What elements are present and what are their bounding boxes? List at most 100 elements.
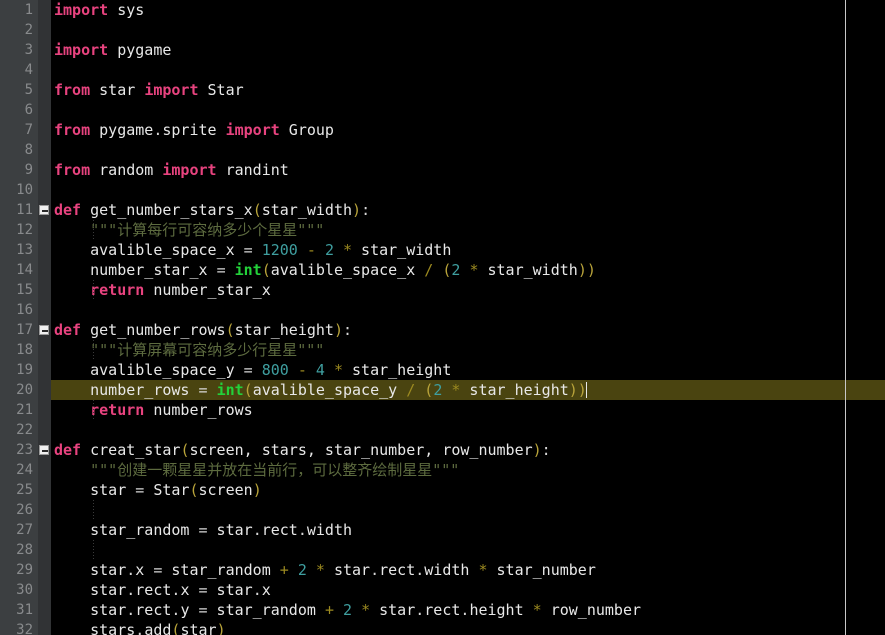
indent-guide bbox=[93, 340, 94, 360]
code-folding-strip[interactable] bbox=[38, 0, 51, 635]
code-line[interactable]: return number_star_x bbox=[51, 280, 885, 300]
fold-strip-row bbox=[38, 200, 51, 220]
line-number: 23 bbox=[16, 442, 33, 458]
indent-guide bbox=[93, 500, 94, 520]
code-token-punc: . bbox=[126, 561, 136, 579]
fold-strip-row bbox=[38, 0, 51, 20]
code-token-kw: from bbox=[54, 81, 91, 99]
fold-strip-row bbox=[38, 60, 51, 80]
code-token-punc: . bbox=[415, 561, 425, 579]
code-token-plain: star_width bbox=[352, 241, 452, 259]
code-token-op: - bbox=[306, 241, 316, 259]
code-token-plain: number_star_x bbox=[54, 261, 217, 279]
code-line[interactable]: avalible_space_y = 800 - 4 * star_height bbox=[51, 360, 885, 380]
code-token-op: / bbox=[424, 261, 434, 279]
code-line[interactable]: from random import randint bbox=[51, 160, 885, 180]
code-line[interactable]: star.rect.x = star.x bbox=[51, 580, 885, 600]
fold-collapse-icon[interactable] bbox=[39, 205, 49, 215]
fold-strip-row bbox=[38, 500, 51, 520]
code-line[interactable]: star = Star(screen) bbox=[51, 480, 885, 500]
line-number: 1 bbox=[24, 2, 33, 18]
code-line[interactable] bbox=[51, 540, 885, 560]
code-token-plain: star bbox=[370, 601, 416, 619]
code-line-current[interactable]: number_rows = int(avalible_space_y / (2 … bbox=[51, 380, 885, 400]
code-text-area[interactable]: import sys import pygame from star import … bbox=[51, 0, 885, 635]
code-token-plain: star_width bbox=[478, 261, 578, 279]
code-line[interactable] bbox=[51, 420, 885, 440]
code-token-plain: star bbox=[180, 621, 217, 635]
code-token-plain: star_random bbox=[162, 561, 280, 579]
code-token-paren: ( bbox=[225, 321, 235, 339]
line-number: 26 bbox=[16, 502, 33, 518]
fold-collapse-icon[interactable] bbox=[39, 325, 49, 335]
code-token-plain: avalible_space_y bbox=[252, 381, 407, 399]
code-token-op: * bbox=[315, 561, 325, 579]
code-line[interactable]: from pygame.sprite import Group bbox=[51, 120, 885, 140]
code-token-num: 1200 bbox=[261, 241, 298, 259]
code-line[interactable] bbox=[51, 500, 885, 520]
line-number: 2 bbox=[24, 22, 33, 38]
code-token-plain: sprite bbox=[162, 121, 226, 139]
code-line[interactable] bbox=[51, 60, 885, 80]
code-token-plain: width bbox=[306, 521, 353, 539]
line-number: 17 bbox=[16, 322, 33, 338]
code-token-kw: import bbox=[144, 81, 199, 99]
code-token-plain: rect bbox=[135, 601, 172, 619]
code-line[interactable]: def get_number_rows(star_height): bbox=[51, 320, 885, 340]
fold-collapse-icon[interactable] bbox=[39, 445, 49, 455]
code-token-plain: rect bbox=[261, 521, 298, 539]
fold-strip-row bbox=[38, 300, 51, 320]
fold-strip-row bbox=[38, 480, 51, 500]
code-line[interactable]: import pygame bbox=[51, 40, 885, 60]
code-token-plain: random bbox=[90, 161, 163, 179]
code-token-punc: = bbox=[216, 261, 226, 279]
code-token-plain: avalible_space_x bbox=[54, 241, 244, 259]
code-token-punc: = bbox=[135, 481, 145, 499]
code-line[interactable]: star.x = star_random + 2 * star.rect.wid… bbox=[51, 560, 885, 580]
code-token-plain: avalible_space_x bbox=[270, 261, 425, 279]
code-line[interactable]: number_star_x = int(avalible_space_x / (… bbox=[51, 260, 885, 280]
fold-strip-row bbox=[38, 400, 51, 420]
fold-strip-row bbox=[38, 340, 51, 360]
fold-strip-row bbox=[38, 520, 51, 540]
code-line[interactable]: return number_rows bbox=[51, 400, 885, 420]
code-token-kw: import bbox=[54, 41, 109, 59]
code-line[interactable] bbox=[51, 180, 885, 200]
code-line[interactable]: avalible_space_x = 1200 - 2 * star_width bbox=[51, 240, 885, 260]
fold-strip-row bbox=[38, 360, 51, 380]
code-line[interactable]: """创建一颗星星并放在当前行，可以整齐绘制星星""" bbox=[51, 460, 885, 480]
code-line[interactable]: stars.add(star) bbox=[51, 620, 885, 635]
code-line[interactable]: import sys bbox=[51, 0, 885, 20]
code-line[interactable]: def get_number_stars_x(star_width): bbox=[51, 200, 885, 220]
line-number: 29 bbox=[16, 562, 33, 578]
code-line[interactable]: star.rect.y = star_random + 2 * star.rec… bbox=[51, 600, 885, 620]
code-line[interactable]: star_random = star.rect.width bbox=[51, 520, 885, 540]
code-line[interactable]: """计算每行可容纳多少个星星""" bbox=[51, 220, 885, 240]
line-number-gutter[interactable]: 1 2 3 4 5 6 7 8 9 10 11 12 13 14 15 16 17 18 19 20 21 22 23 24 2… bbox=[0, 0, 38, 635]
fold-strip-row bbox=[38, 160, 51, 180]
code-line[interactable]: from star import Star bbox=[51, 80, 885, 100]
fold-strip-row bbox=[38, 20, 51, 40]
code-token-plain: x bbox=[135, 561, 154, 579]
code-line[interactable] bbox=[51, 300, 885, 320]
code-line[interactable]: """计算屏幕可容纳多少行星星""" bbox=[51, 340, 885, 360]
fold-strip-row bbox=[38, 420, 51, 440]
code-token-num: 2 bbox=[343, 601, 353, 619]
code-token-paren: ) bbox=[333, 321, 343, 339]
code-token-plain: star bbox=[207, 581, 253, 599]
code-line[interactable] bbox=[51, 140, 885, 160]
code-token-paren: ( bbox=[189, 481, 199, 499]
code-line[interactable]: def creat_star(screen, stars, star_numbe… bbox=[51, 440, 885, 460]
code-line[interactable] bbox=[51, 20, 885, 40]
code-line[interactable] bbox=[51, 100, 885, 120]
code-token-plain: get_number_rows bbox=[81, 321, 226, 339]
